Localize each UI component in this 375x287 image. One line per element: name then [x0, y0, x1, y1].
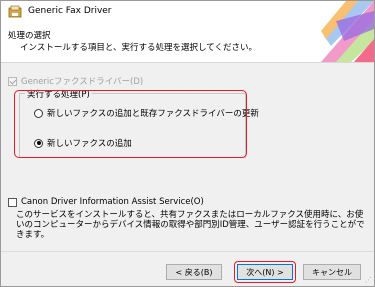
footer-divider [1, 251, 374, 252]
cancel-button[interactable]: キャンセル [303, 264, 361, 280]
highlight-box [14, 90, 247, 158]
button-bar: < 戻る(B) 次へ(N) > キャンセル ⋰ [1, 251, 374, 286]
assist-label: Canon Driver Information Assist Service(… [21, 197, 204, 207]
window-title: Generic Fax Driver [28, 6, 112, 16]
assist-option[interactable]: Canon Driver Information Assist Service(… [8, 197, 204, 207]
printer-icon [8, 5, 22, 19]
assist-checkbox[interactable] [8, 197, 17, 207]
installer-window: Generic Fax Driver ✕ 処理の選択 インストールする項目と、実… [0, 0, 375, 287]
options-panel: Genericファクスドライバー(D) 実行する処理(P) 新しいファクスの追加… [1, 63, 374, 251]
back-button[interactable]: < 戻る(B) [166, 264, 222, 280]
next-highlight [234, 261, 296, 283]
driver-option: Genericファクスドライバー(D) [8, 75, 143, 87]
driver-checkbox[interactable] [8, 76, 17, 86]
page-title: 処理の選択 [8, 31, 51, 41]
assist-description: このサービスをインストールすると、共有ファクスまたはローカルファクス使用時に、お… [16, 210, 365, 240]
ribbon-graphic [321, 1, 374, 62]
resize-grip-icon[interactable]: ⋰ [365, 276, 372, 284]
driver-label: Genericファクスドライバー(D) [21, 77, 144, 87]
page-subtitle: インストールする項目と、実行する処理を選択してください。 [20, 43, 257, 53]
